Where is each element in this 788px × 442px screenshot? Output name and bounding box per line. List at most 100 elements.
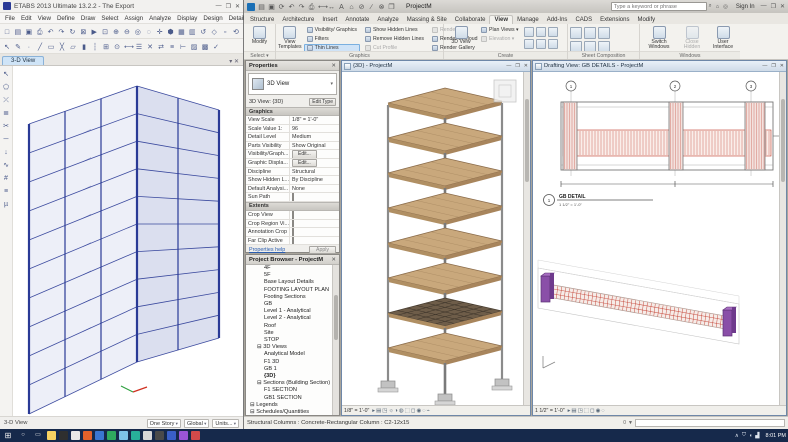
sync-with-central-icon[interactable]: ⟳ bbox=[277, 1, 286, 12]
property-value[interactable] bbox=[290, 193, 339, 201]
property-value[interactable]: Medium bbox=[290, 133, 339, 141]
select-poly-icon[interactable]: ⬠ bbox=[1, 81, 11, 92]
taskbar-app-icon-3[interactable] bbox=[71, 431, 80, 440]
center-view-restore-button[interactable]: ❐ bbox=[515, 63, 519, 69]
extents-checkbox[interactable] bbox=[292, 211, 294, 219]
etabs-status-dropdown-1[interactable]: Global bbox=[184, 419, 209, 428]
browser-item-legends[interactable]: ⊟ Legends bbox=[246, 402, 332, 409]
browser-item-f1-3d[interactable]: F1 3D bbox=[246, 359, 332, 366]
start-button[interactable]: ⊞ bbox=[2, 429, 14, 442]
ribbon-tab-manage[interactable]: Manage bbox=[513, 16, 543, 24]
instance-label[interactable]: 3D View: {3D} bbox=[249, 99, 283, 105]
property-value[interactable]: None bbox=[290, 185, 339, 193]
refresh-window-icon[interactable]: ↻ bbox=[67, 26, 77, 37]
ribbon-tab-massing-site[interactable]: Massing & Site bbox=[403, 16, 451, 24]
measure-icon[interactable]: ⟷ bbox=[123, 41, 133, 52]
show-deformed-icon[interactable]: ∿ bbox=[1, 159, 11, 170]
taskbar-app-icon-1[interactable] bbox=[47, 431, 56, 440]
select-intersecting-icon[interactable]: ⤫ bbox=[1, 94, 11, 105]
detail-view-scrollbar[interactable] bbox=[779, 72, 786, 405]
thin-lines-icon[interactable]: ∕ bbox=[367, 1, 376, 12]
etabs-menu-display[interactable]: Display bbox=[177, 15, 197, 22]
draw-wall-icon[interactable]: ▮ bbox=[79, 41, 89, 52]
graphics-section-header[interactable]: Graphics bbox=[246, 107, 339, 116]
redo-icon[interactable]: ↷ bbox=[57, 26, 67, 37]
undo-icon[interactable]: ↶ bbox=[46, 26, 56, 37]
ribbon-tab-insert[interactable]: Insert bbox=[318, 16, 341, 24]
clear-selection-icon[interactable]: ✕ bbox=[145, 41, 155, 52]
browser-item-schedules-quantities[interactable]: ⊟ Schedules/Quantities bbox=[246, 409, 332, 415]
browser-item-gb[interactable]: GB bbox=[246, 301, 332, 308]
measure-icon[interactable]: ⟷ bbox=[317, 1, 326, 12]
browser-item-level-2-analytical[interactable]: Level 2 - Analytical bbox=[246, 315, 332, 322]
ribbon-tab-annotate[interactable]: Annotate bbox=[341, 16, 373, 24]
show-loads-icon[interactable]: ↓ bbox=[1, 146, 11, 157]
etabs-status-dropdown-2[interactable]: Units... bbox=[212, 419, 239, 428]
extents-value[interactable] bbox=[290, 228, 339, 236]
browser-item-roof[interactable]: Roof bbox=[246, 323, 332, 330]
filters-button[interactable]: Filters bbox=[304, 35, 360, 43]
user-interface-button[interactable]: User Interface bbox=[708, 25, 738, 51]
detail-view-restore-button[interactable]: ❐ bbox=[771, 63, 775, 69]
new-model-icon[interactable]: □ bbox=[2, 26, 12, 37]
property-edit-button[interactable]: Edit... bbox=[292, 159, 317, 167]
previous-zoom-icon[interactable]: ◌ bbox=[144, 26, 154, 37]
detail-view-scale[interactable]: 1 1/2" = 1'-0" bbox=[535, 408, 565, 414]
ribbon-tab-structure[interactable]: Structure bbox=[246, 16, 278, 24]
taskbar-app-icon-12[interactable] bbox=[179, 431, 188, 440]
extents-checkbox[interactable] bbox=[292, 220, 294, 228]
switch-windows-icon[interactable]: ❐ bbox=[387, 1, 396, 12]
plan-view-icon[interactable]: ▦ bbox=[177, 26, 187, 37]
type-selector[interactable]: 3D View ▾ bbox=[248, 73, 337, 95]
show-undeformed-icon[interactable]: ─ bbox=[1, 133, 11, 144]
save-icon[interactable]: ▣ bbox=[267, 1, 276, 12]
aligned-dimension-icon[interactable]: ↔ bbox=[327, 1, 336, 12]
open-icon[interactable]: ▤ bbox=[13, 26, 23, 37]
browser-item-site[interactable]: Site bbox=[246, 330, 332, 337]
extents-value[interactable] bbox=[290, 237, 339, 245]
type-selector-dropdown-icon[interactable]: ▾ bbox=[330, 81, 333, 87]
check-model-icon[interactable]: ✓ bbox=[211, 41, 221, 52]
units-options-icon[interactable]: µ bbox=[1, 198, 11, 209]
taskbar-clock[interactable]: 8:01 PM bbox=[766, 433, 786, 439]
project-browser-header[interactable]: Project Browser - ProjectM ✕ bbox=[246, 255, 339, 265]
restore-view-icon[interactable]: ⟲ bbox=[231, 26, 241, 37]
property-value[interactable]: Show Original bbox=[290, 142, 339, 150]
ribbon-tab-view[interactable]: View bbox=[489, 15, 513, 24]
pointer-select-icon[interactable]: ↖ bbox=[1, 68, 11, 79]
etabs-menu-draw[interactable]: Draw bbox=[81, 15, 95, 22]
object-shrink-icon[interactable]: ▫ bbox=[220, 26, 230, 37]
center-view-minimize-button[interactable]: — bbox=[506, 63, 511, 69]
center-view-title-bar[interactable]: {3D} - ProjectM — ❐ ✕ bbox=[342, 61, 530, 72]
draw-joint-icon[interactable]: ∙ bbox=[24, 41, 34, 52]
etabs-model-canvas[interactable] bbox=[13, 66, 243, 416]
extents-checkbox[interactable] bbox=[292, 228, 294, 236]
revit-close-button[interactable]: ✕ bbox=[780, 3, 785, 10]
rubber-band-zoom-icon[interactable]: ⊡ bbox=[100, 26, 110, 37]
snap-to-joint-icon[interactable]: ⊙ bbox=[112, 41, 122, 52]
etabs-menu-define[interactable]: Define bbox=[57, 15, 75, 22]
title-block-icon[interactable] bbox=[584, 27, 596, 39]
ribbon-tab-architecture[interactable]: Architecture bbox=[278, 16, 318, 24]
revit-minimize-button[interactable]: — bbox=[761, 3, 767, 10]
search-button[interactable]: ○ bbox=[17, 429, 29, 442]
project-browser-scrollbar[interactable] bbox=[332, 265, 339, 415]
ribbon-tab-cads[interactable]: CADS bbox=[571, 16, 596, 24]
modify-button[interactable]: Modify bbox=[246, 25, 273, 51]
close-hidden-button[interactable]: Close Hidden bbox=[678, 25, 706, 51]
ribbon-tab-add-ins[interactable]: Add-Ins bbox=[543, 16, 572, 24]
grid-options-icon[interactable]: # bbox=[1, 172, 11, 183]
extents-section-header[interactable]: Extents bbox=[246, 202, 339, 211]
draw-reference-icon[interactable]: ┆ bbox=[90, 41, 100, 52]
ribbon-tab-analyze[interactable]: Analyze bbox=[373, 16, 402, 24]
extents-value[interactable] bbox=[290, 220, 339, 228]
ribbon-tab-collaborate[interactable]: Collaborate bbox=[451, 16, 490, 24]
taskbar-app-icon-13[interactable] bbox=[191, 431, 200, 440]
center-view-close-button[interactable]: ✕ bbox=[524, 63, 528, 69]
property-edit-button[interactable]: Edit... bbox=[292, 150, 317, 158]
callout-icon[interactable] bbox=[536, 27, 546, 37]
show-hidden-lines-button[interactable]: Show Hidden Lines bbox=[362, 26, 427, 34]
property-checkbox[interactable] bbox=[292, 193, 294, 201]
select-panel-label[interactable]: Select ▾ bbox=[244, 51, 275, 59]
view-templates-button[interactable]: View Templates bbox=[278, 25, 302, 51]
